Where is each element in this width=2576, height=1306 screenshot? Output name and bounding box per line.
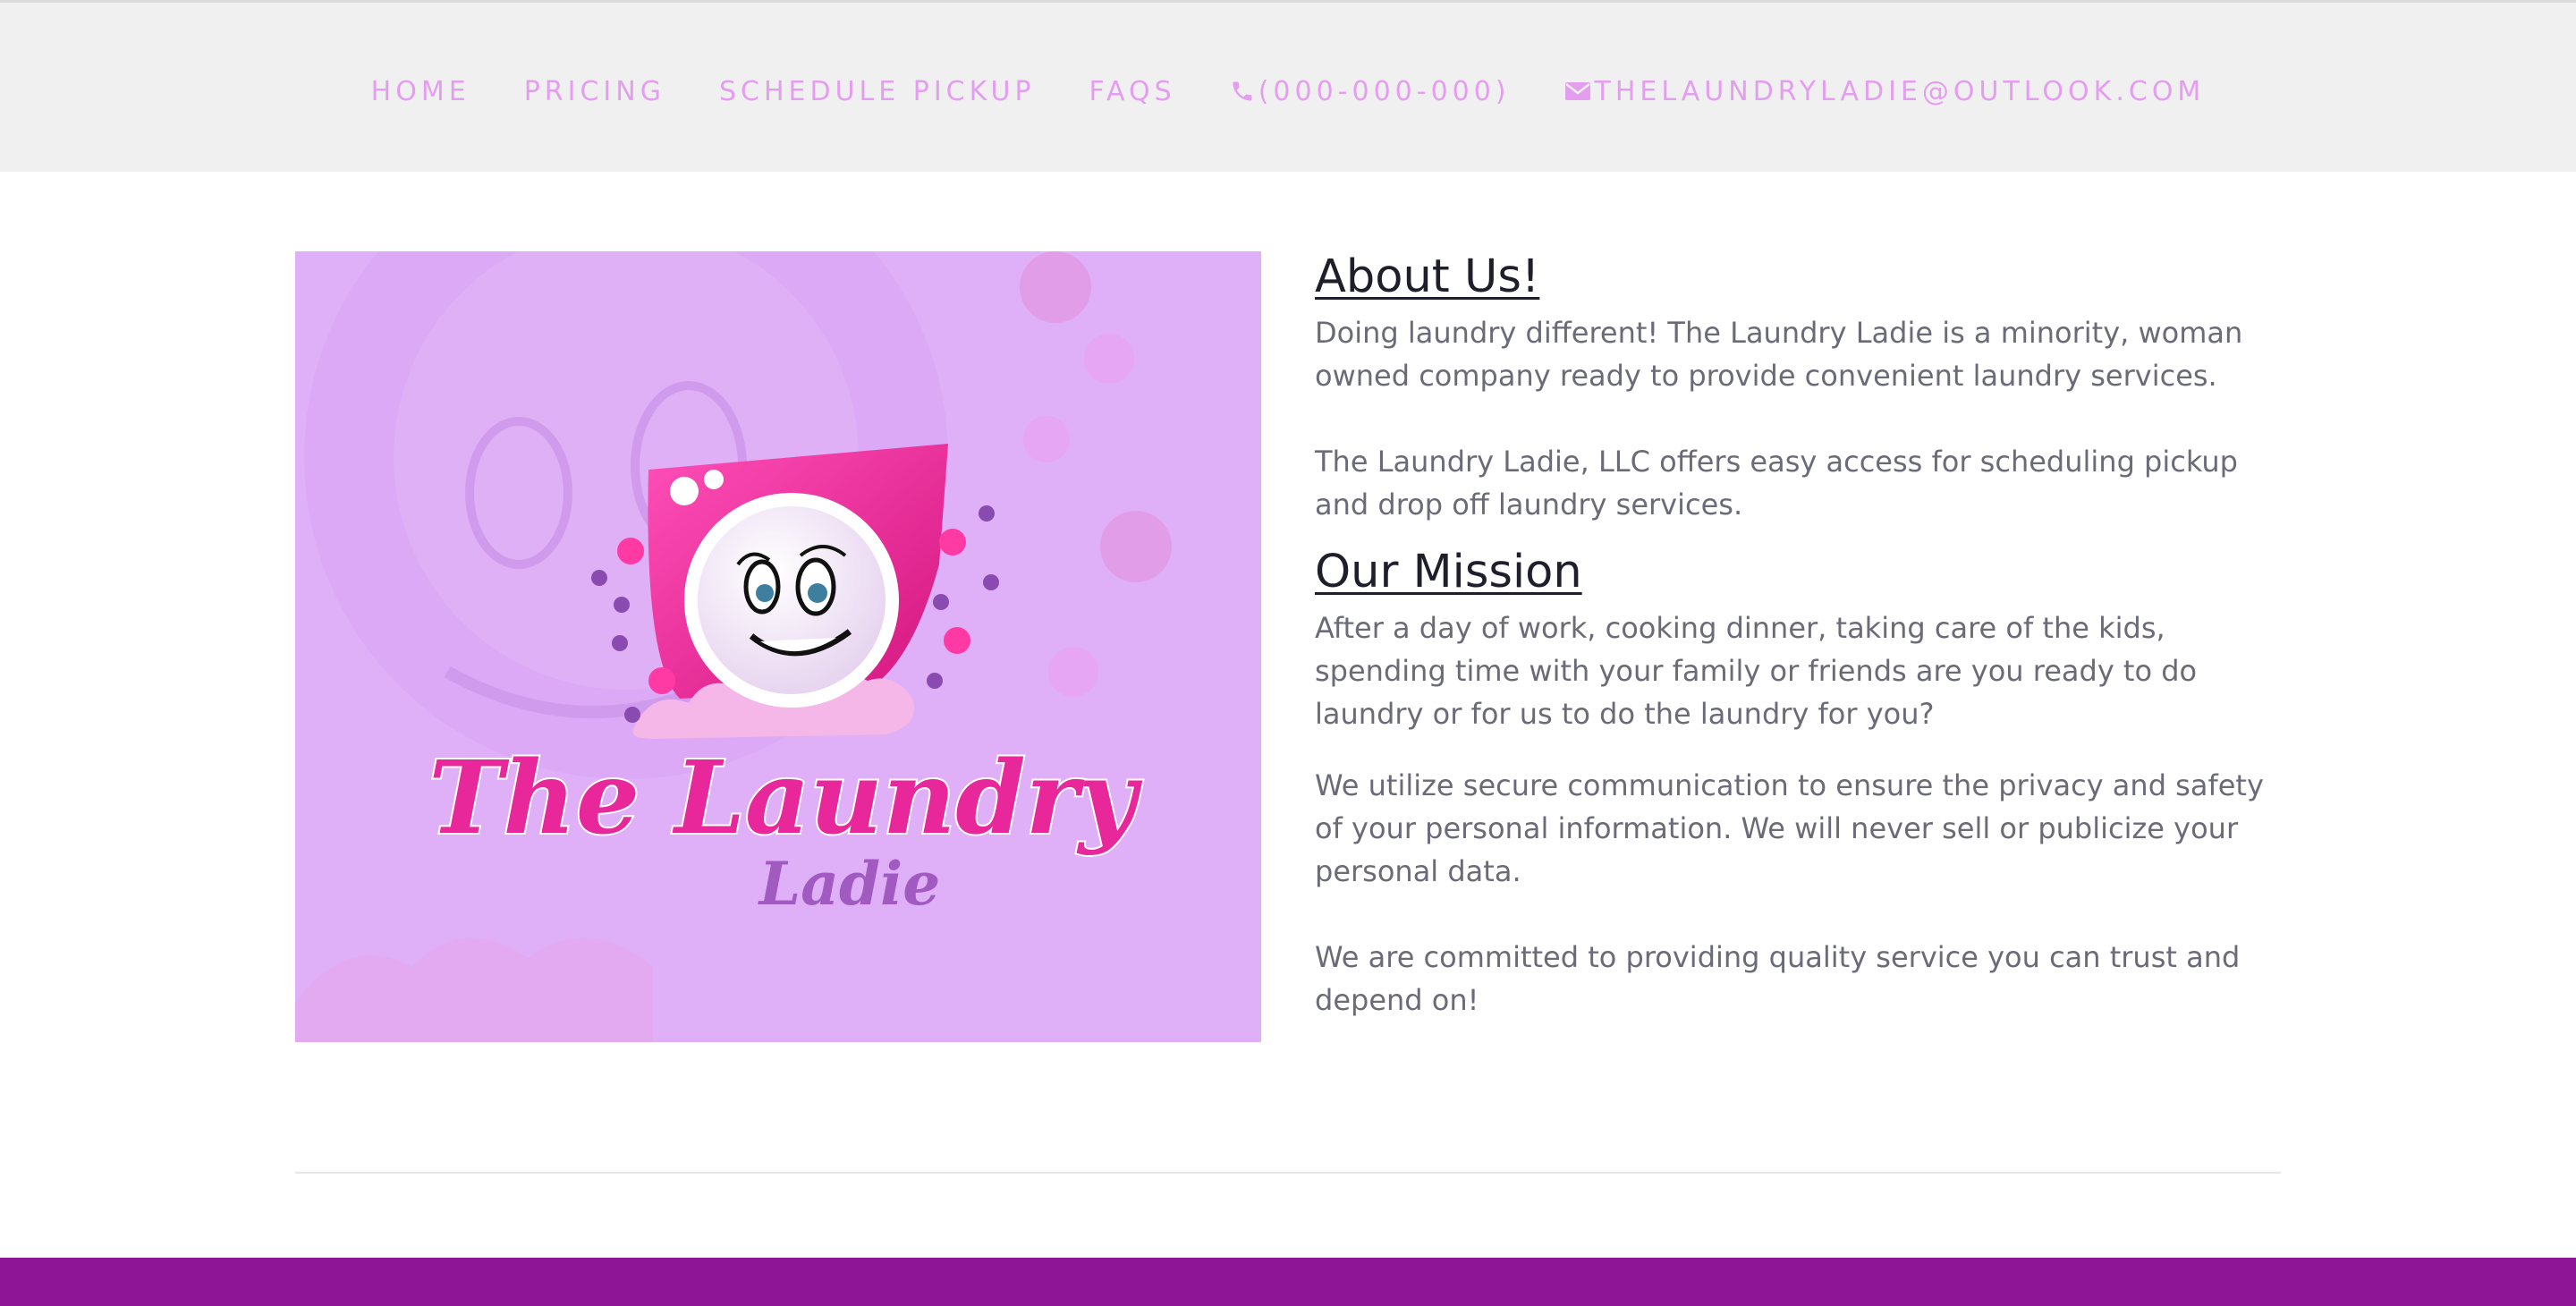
phone-icon [1230,79,1255,104]
nav-phone-label: (000-000-000) [1258,75,1511,107]
main-nav: HOME PRICING SCHEDULE PICKUP FAQS (000-0… [0,69,2576,114]
envelope-icon [1564,80,1591,103]
logo-subtitle: Ladie [758,849,940,919]
nav-pricing-label: PRICING [523,75,665,107]
nav-home-link[interactable]: HOME [371,76,470,107]
about-heading: About Us! [1315,250,1540,303]
nav-faqs-label: FAQS [1089,75,1176,107]
nav-faqs-link[interactable]: FAQS [1089,76,1176,107]
mission-paragraph-1: After a day of work, cooking dinner, tak… [1315,611,2198,731]
nav-schedule-pickup-link[interactable]: SCHEDULE PICKUP [719,76,1036,107]
footer-bar [0,1258,2576,1306]
top-navigation-bar: HOME PRICING SCHEDULE PICKUP FAQS (000-0… [0,0,2576,172]
about-paragraph-2: The Laundry Ladie, LLC offers easy acces… [1315,445,2238,522]
nav-phone-link[interactable]: (000-000-000) [1230,76,1511,107]
laundry-ladie-logo-image: The Laundry Ladie [295,251,1261,1042]
nav-schedule-label: SCHEDULE PICKUP [718,75,1036,107]
about-section: About Us! Doing laundry different! The L… [1315,249,2281,1022]
about-paragraph-1: Doing laundry different! The Laundry Lad… [1315,316,2243,393]
mission-heading: Our Mission [1315,546,1582,598]
nav-email-link[interactable]: THELAUNDRYLADIE@OUTLOOK.COM [1564,76,2206,107]
nav-home-label: HOME [370,75,470,107]
logo-title: The Laundry [428,740,1143,857]
mission-paragraph-3: We are committed to providing quality se… [1315,940,2241,1017]
nav-email-label: THELAUNDRYLADIE@OUTLOOK.COM [1594,75,2206,107]
section-divider [295,1172,2281,1174]
nav-pricing-link[interactable]: PRICING [524,76,665,107]
mission-paragraph-2: We utilize secure communication to ensur… [1315,768,2264,888]
